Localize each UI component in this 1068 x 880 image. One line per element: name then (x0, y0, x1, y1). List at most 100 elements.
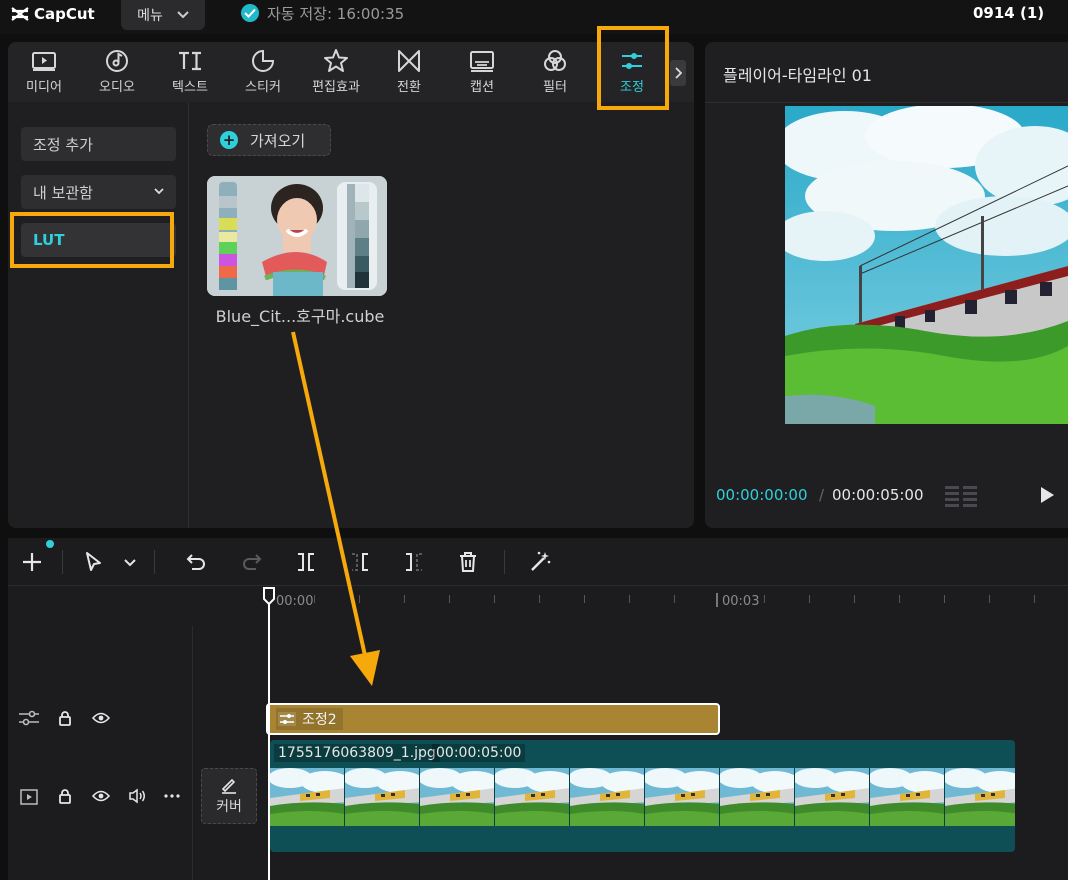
adjustment-clip-label: 조정2 (302, 712, 337, 728)
trash-icon (460, 552, 476, 572)
total-time: 00:00:05:00 (832, 486, 924, 504)
chevron-right-icon (675, 67, 682, 79)
delete-right-button[interactable] (402, 550, 426, 574)
cursor-icon (86, 552, 101, 571)
tab-caption[interactable]: 캡션 (446, 48, 518, 98)
tab-transition[interactable]: 전환 (373, 48, 445, 98)
timeline-panel: 00:00 00:03 커버 조정2 1755176063809_1.jpg 0… (8, 538, 1068, 880)
tab-effects[interactable]: 편집효과 (300, 48, 372, 98)
adjustment-clip[interactable]: 조정2 (266, 703, 720, 735)
tab-media[interactable]: 미디어 (8, 48, 80, 98)
check-icon (241, 4, 259, 22)
tab-label: 오디오 (99, 80, 135, 95)
sidebar-item-label: 조정 추가 (33, 135, 93, 154)
filmstrip-frame (870, 768, 945, 826)
play-button[interactable] (1039, 486, 1055, 508)
filmstrip-frame (945, 768, 1015, 826)
project-name[interactable]: 0914 (1) (973, 4, 1044, 22)
time-separator: / (819, 486, 825, 504)
redo-button[interactable] (240, 550, 264, 574)
tab-label: 스티커 (245, 80, 281, 95)
ruler-major-tick (716, 593, 718, 607)
lock-icon[interactable] (58, 710, 72, 726)
tab-audio[interactable]: 오디오 (81, 48, 153, 98)
video-clip[interactable]: 1755176063809_1.jpg 00:00:05:00 (270, 740, 1015, 852)
video-preview[interactable] (785, 106, 1068, 424)
preview-image (785, 106, 1068, 424)
resource-panel: 미디어 오디오 텍스트 스티커 편집효과 전환 캡션 필터 조정 조정 추가 내… (8, 42, 694, 528)
separator (62, 550, 63, 574)
chevron-down-icon (177, 11, 189, 19)
import-button[interactable]: + 가져오기 (207, 124, 331, 156)
split-icon (298, 553, 314, 571)
media-icon (32, 52, 56, 71)
highlight-lut-item (10, 212, 174, 268)
tab-text[interactable]: 텍스트 (154, 48, 226, 98)
select-tool-dropdown[interactable] (118, 550, 142, 574)
playhead-line[interactable] (268, 598, 270, 880)
lut-file-name: Blue_Cit...호구마.cube (215, 307, 385, 326)
more-icon[interactable] (164, 794, 180, 798)
filmstrip (270, 768, 1015, 826)
player-panel: 플레이어-타임라인 01 00:00:00:00 / 00:00:05:00 (705, 42, 1068, 528)
capcut-logo-icon (11, 7, 29, 21)
magic-button[interactable] (528, 550, 552, 574)
import-label: 가져오기 (250, 131, 306, 150)
trim-left-icon (352, 553, 368, 571)
play-icon (1041, 487, 1054, 503)
filmstrip-frame (570, 768, 645, 826)
split-button[interactable] (294, 550, 318, 574)
playhead-handle[interactable] (262, 586, 276, 606)
filmstrip-frame (270, 768, 345, 826)
delete-button[interactable] (456, 550, 480, 574)
category-toolbar: 미디어 오디오 텍스트 스티커 편집효과 전환 캡션 필터 조정 (8, 42, 694, 102)
text-icon (179, 51, 201, 71)
magic-wand-icon (531, 551, 551, 571)
clip-duration: 00:00:05:00 (432, 744, 526, 762)
select-tool-button[interactable] (82, 550, 106, 574)
clip-file-name: 1755176063809_1.jpg (274, 744, 440, 762)
cover-label: 커버 (216, 799, 242, 815)
filmstrip-frame (495, 768, 570, 826)
pencil-icon (221, 778, 236, 794)
adjust-sidebar: 조정 추가 내 보관함 LUT (8, 102, 189, 528)
autosave-text: 자동 저장: 16:00:35 (267, 4, 405, 23)
add-track-button[interactable] (20, 550, 44, 574)
undo-button[interactable] (184, 550, 208, 574)
transition-icon (398, 50, 420, 72)
timeline-ruler[interactable]: 00:00 00:03 (270, 586, 1068, 626)
lut-thumbnail[interactable] (207, 176, 387, 296)
effects-icon (324, 49, 348, 72)
autosave-status: 자동 저장: 16:00:35 (241, 3, 404, 23)
filter-icon (544, 50, 566, 71)
audio-icon (106, 50, 128, 72)
filmstrip-frame (645, 768, 720, 826)
divider (705, 102, 1068, 103)
caption-icon (470, 51, 494, 72)
toolbar-scroll-right[interactable] (670, 60, 686, 86)
sticker-icon (252, 49, 275, 72)
speaker-icon[interactable] (128, 788, 146, 804)
ruler-label: 00:00 (276, 594, 314, 609)
tab-sticker[interactable]: 스티커 (227, 48, 299, 98)
eye-icon[interactable] (92, 790, 110, 802)
lut-preview-image (207, 176, 387, 296)
filmstrip-frame (795, 768, 870, 826)
sidebar-item-add-adjust[interactable]: 조정 추가 (21, 127, 176, 161)
lock-icon[interactable] (58, 788, 72, 804)
delete-left-button[interactable] (348, 550, 372, 574)
menu-button[interactable]: 메뉴 (121, 0, 205, 30)
notification-dot (46, 540, 54, 548)
tab-label: 필터 (543, 80, 567, 95)
adjustment-clip-label-group: 조정2 (276, 708, 343, 730)
tab-filter[interactable]: 필터 (519, 48, 591, 98)
timecode-grid-icon[interactable] (945, 484, 979, 512)
cover-button[interactable]: 커버 (201, 768, 257, 824)
ruler-label: 00:03 (722, 594, 760, 609)
tab-label: 전환 (397, 80, 421, 95)
sidebar-item-my-library[interactable]: 내 보관함 (21, 175, 176, 209)
tab-label: 미디어 (26, 80, 62, 95)
track-headers (8, 626, 193, 880)
eye-icon[interactable] (92, 712, 110, 724)
undo-icon (186, 554, 205, 570)
